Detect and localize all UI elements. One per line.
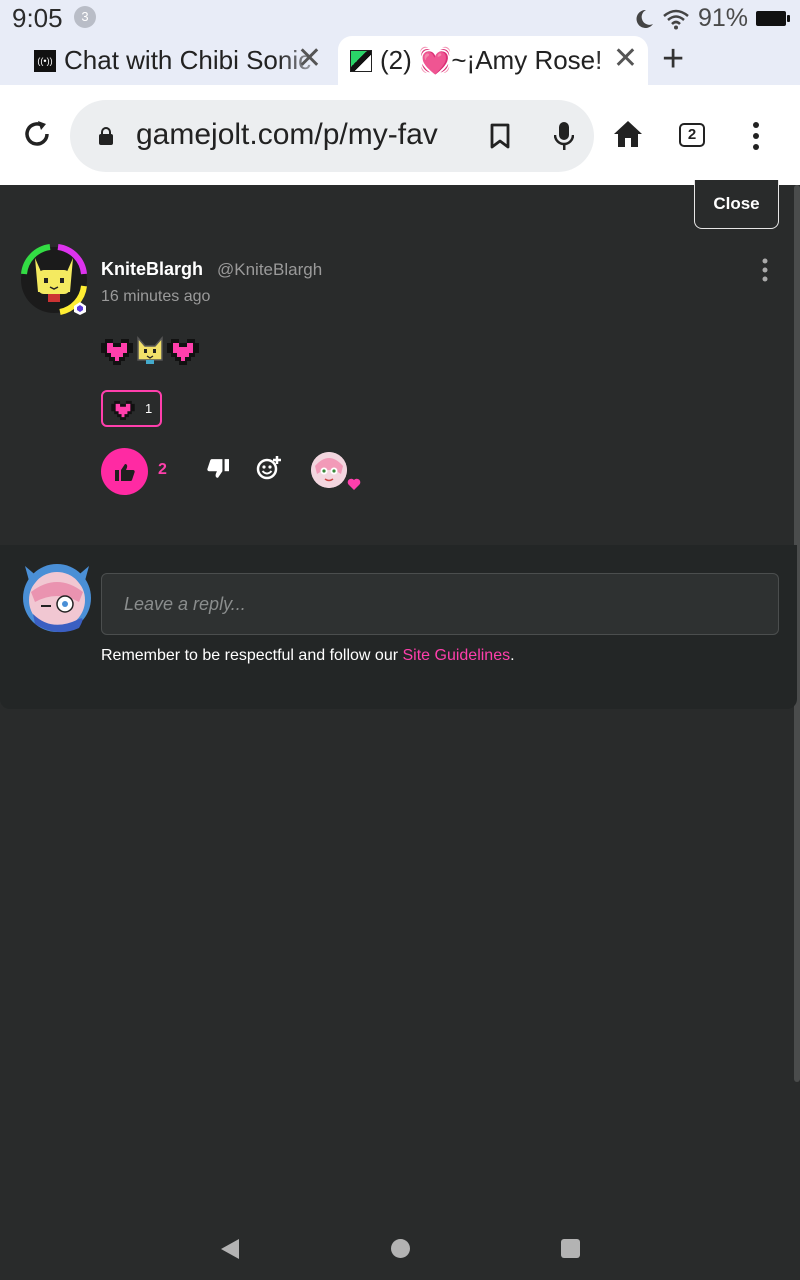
tab-title: (2) 💓~¡Amy Rose! <box>380 45 603 75</box>
do-not-disturb-moon-icon <box>636 9 653 28</box>
lock-icon <box>99 127 113 145</box>
url-text[interactable]: gamejolt.com/p/my-fav <box>136 118 468 152</box>
browser-toolbar: gamejolt.com/p/my-fav 2 <box>0 85 800 185</box>
status-icons: 91% <box>634 4 790 33</box>
guidelines-text: Remember to be respectful and follow our <box>101 647 403 664</box>
comment-handle[interactable]: @KniteBlargh <box>217 260 322 280</box>
tab-close-icon[interactable]: ✕ <box>613 44 638 74</box>
thumbs-down-icon[interactable] <box>207 459 229 479</box>
overflow-menu-icon[interactable] <box>751 121 761 151</box>
current-user-avatar-icon[interactable] <box>21 562 93 634</box>
new-tab-button[interactable]: + <box>662 40 684 78</box>
pixel-heart-icon <box>101 339 133 365</box>
tab-title: Chat with Chibi Sonic <box>64 45 312 75</box>
user-avatar-cat-icon[interactable] <box>20 244 88 316</box>
back-triangle-icon[interactable] <box>220 1238 240 1260</box>
comment-username[interactable]: KniteBlargh <box>101 259 203 280</box>
status-time: 9:05 <box>12 3 63 33</box>
address-bar[interactable]: gamejolt.com/p/my-fav <box>70 100 594 172</box>
reload-icon[interactable] <box>22 119 52 149</box>
cat-face-emoji-icon <box>137 336 163 364</box>
tab-amy-rose[interactable]: (2) 💓~¡Amy Rose! ✕ <box>338 36 648 85</box>
microphone-icon[interactable] <box>554 121 574 151</box>
add-reaction-icon[interactable] <box>256 456 282 480</box>
site-guidelines-link[interactable]: Site Guidelines <box>402 647 510 664</box>
wifi-icon <box>663 9 689 29</box>
home-icon[interactable] <box>612 119 644 149</box>
status-bar: 9:05 3 91% <box>0 0 800 36</box>
browser-tab-strip: ((•)) Chat with Chibi Sonic ✕ (2) 💓~¡Amy… <box>0 36 800 85</box>
tab-switcher-button[interactable]: 2 <box>679 123 705 147</box>
thumbs-up-icon <box>114 463 135 481</box>
reaction-count: 1 <box>145 401 153 416</box>
notification-badge: 3 <box>74 6 96 28</box>
reaction-chip-heart[interactable]: 1 <box>101 390 162 427</box>
like-button[interactable] <box>101 448 148 495</box>
home-circle-icon[interactable] <box>391 1239 410 1258</box>
tab-chat-with-chibi-sonic[interactable]: ((•)) Chat with Chibi Sonic ✕ <box>0 36 332 85</box>
more-options-icon[interactable] <box>761 258 769 282</box>
reply-input[interactable] <box>101 573 779 635</box>
tab-close-icon[interactable]: ✕ <box>297 44 322 74</box>
amy-rose-avatar-icon <box>311 452 347 488</box>
guidelines-suffix: . <box>510 647 515 664</box>
comment-body-emojis <box>101 334 199 366</box>
comment-timestamp[interactable]: 16 minutes ago <box>101 288 210 306</box>
battery-icon <box>756 11 790 26</box>
android-navigation-bar <box>0 1220 800 1280</box>
heart-badge-icon <box>347 478 361 490</box>
close-button[interactable]: Close <box>694 180 779 229</box>
bookmark-icon[interactable] <box>490 123 510 149</box>
pixel-heart-icon <box>167 339 199 365</box>
pixel-heart-icon <box>111 400 135 420</box>
guidelines-notice: Remember to be respectful and follow our… <box>101 647 515 665</box>
battery-percent: 91% <box>697 4 748 32</box>
radio-favicon-icon: ((•)) <box>34 49 56 72</box>
gamejolt-favicon-icon <box>350 49 372 72</box>
liker-avatar[interactable] <box>311 452 347 488</box>
recents-square-icon[interactable] <box>561 1239 580 1258</box>
like-count[interactable]: 2 <box>158 461 167 479</box>
